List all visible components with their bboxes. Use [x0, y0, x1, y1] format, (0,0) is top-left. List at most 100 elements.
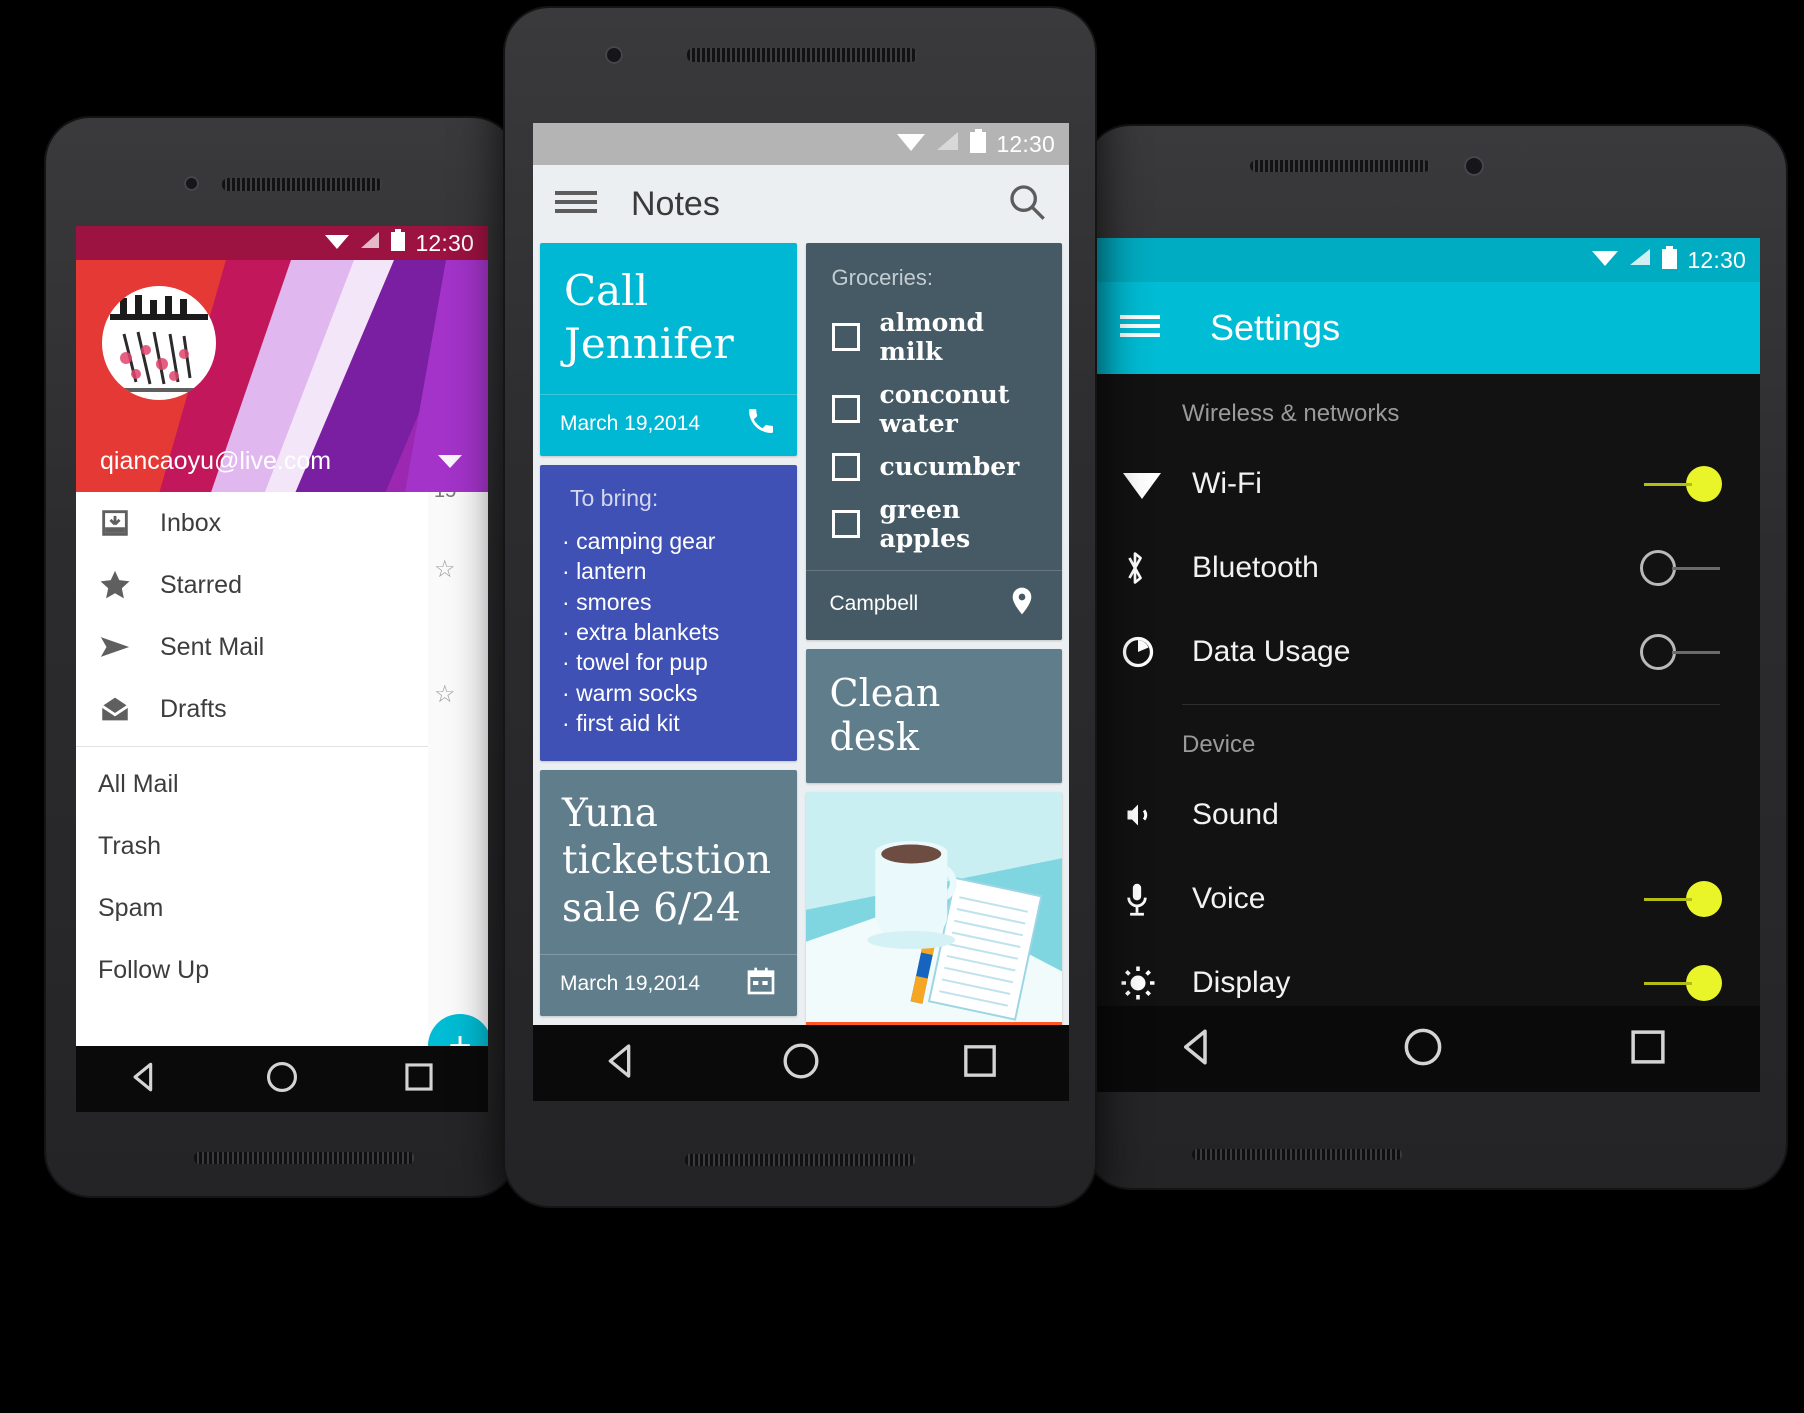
sidebar-item-follow-up[interactable]: Follow Up i: [76, 939, 488, 1001]
note-card-clean-desk[interactable]: Clean desk: [805, 649, 1062, 783]
hamburger-icon[interactable]: [1120, 311, 1160, 346]
settings-row-label: Voice: [1192, 882, 1266, 915]
note-card-yuna[interactable]: Yuna ticketstion sale 6/24 March 19,2014: [540, 769, 797, 1017]
note-card-footer: March 19,2014: [540, 954, 797, 1016]
sidebar-item-sent-mail[interactable]: Sent Mail: [76, 616, 488, 678]
gmail-status-bar: 12:30: [76, 226, 488, 260]
data-usage-toggle[interactable]: [1640, 632, 1722, 672]
calendar-icon[interactable]: [745, 965, 777, 1002]
note-card-footer: Campbell: [805, 570, 1062, 640]
grocery-item[interactable]: conconut water: [806, 373, 1063, 445]
front-camera: [184, 176, 199, 191]
signal-icon: [1628, 247, 1652, 273]
settings-appbar: Settings: [1086, 282, 1760, 374]
account-email: qiancaoyu@live.com: [100, 447, 332, 475]
wifi-icon: [1120, 467, 1192, 501]
grocery-label: conconut water: [879, 380, 1010, 438]
earpiece-speaker: [687, 48, 917, 62]
settings-row-voice[interactable]: Voice: [1086, 857, 1760, 941]
checkbox[interactable]: [831, 323, 860, 351]
bluetooth-icon: [1120, 548, 1192, 588]
note-card-groceries[interactable]: Groceries: almond milk conconut water cu…: [805, 243, 1063, 640]
gmail-drawer-list: Inbox Starred Sent Mail Drafts All Mail …: [76, 492, 488, 1001]
page-title: Notes: [631, 184, 720, 223]
star-outline-icon[interactable]: ☆: [428, 555, 488, 584]
caret-down-icon[interactable]: [438, 455, 462, 468]
settings-row-data-usage[interactable]: Data Usage: [1086, 610, 1760, 694]
earpiece-speaker: [1250, 160, 1430, 172]
sidebar-item-label: Spam: [98, 893, 164, 922]
wifi-icon: [1591, 247, 1619, 273]
sidebar-item-inbox[interactable]: Inbox: [76, 492, 488, 554]
sidebar-item-drafts[interactable]: Drafts: [76, 678, 488, 740]
avatar[interactable]: [102, 286, 216, 400]
grocery-label: almond milk: [879, 308, 984, 366]
settings-screen: 12:30 Settings Wireless & networks Wi-Fi: [1086, 238, 1760, 1092]
home-icon[interactable]: [1402, 1026, 1444, 1073]
gmail-drawer-header: qiancaoyu@live.com: [76, 260, 488, 492]
settings-row-label: Display: [1192, 966, 1291, 999]
note-card-to-bring[interactable]: To bring: · camping gear · lantern · smo…: [540, 465, 797, 761]
settings-row-label: Sound: [1192, 798, 1279, 831]
battery-icon: [390, 229, 406, 257]
android-nav-bar: [76, 1046, 488, 1112]
status-time: 12:30: [415, 229, 474, 256]
home-icon[interactable]: [265, 1060, 299, 1099]
sidebar-item-label: Sent Mail: [160, 632, 265, 661]
sidebar-item-label: Trash: [98, 831, 161, 860]
settings-row-wifi[interactable]: Wi-Fi: [1086, 442, 1760, 526]
grocery-item[interactable]: cucumber: [806, 445, 1063, 488]
search-icon[interactable]: [1007, 182, 1047, 227]
notes-card-grid: Call Jennifer March 19,2014 To bring: · …: [533, 243, 1069, 1101]
display-toggle[interactable]: [1640, 963, 1722, 1003]
recents-icon[interactable]: [1627, 1026, 1669, 1073]
gmail-screen: 15 ☆ ☆ + 12:30: [76, 226, 488, 1112]
data-usage-icon: [1120, 634, 1192, 670]
place-pin-icon[interactable]: [1006, 585, 1038, 622]
status-time: 12:30: [1687, 246, 1746, 273]
voice-toggle[interactable]: [1640, 879, 1722, 919]
bottom-speaker-grill: [1192, 1149, 1402, 1160]
sidebar-item-starred[interactable]: Starred: [76, 554, 488, 616]
phone-icon[interactable]: [745, 405, 777, 442]
note-title: Clean desk: [829, 671, 941, 759]
notes-screen: 12:30 Notes Call Jennifer March 19,2014 …: [533, 123, 1069, 1101]
list-item: · smores: [562, 588, 652, 615]
note-heading: Groceries:: [831, 265, 933, 290]
front-camera: [1464, 156, 1484, 176]
bluetooth-toggle[interactable]: [1640, 548, 1722, 588]
note-card-call[interactable]: Call Jennifer March 19,2014: [540, 243, 797, 456]
grocery-item[interactable]: green apples: [806, 488, 1063, 560]
list-item: · towel for pup: [562, 649, 708, 676]
settings-row-sound[interactable]: Sound: [1086, 773, 1760, 857]
wifi-icon: [324, 230, 350, 256]
grocery-item[interactable]: almond milk: [806, 301, 1063, 373]
sidebar-item-label: Inbox: [160, 508, 222, 537]
back-icon[interactable]: [602, 1041, 642, 1086]
list-item: · first aid kit: [562, 710, 680, 737]
checkbox[interactable]: [831, 452, 860, 481]
sidebar-item-trash[interactable]: Trash i: [76, 815, 488, 877]
earpiece-speaker: [222, 178, 382, 191]
recents-icon[interactable]: [402, 1060, 436, 1099]
note-title: Yuna ticketstion sale 6/24: [562, 790, 772, 931]
sidebar-item-spam[interactable]: Spam i: [76, 877, 488, 939]
settings-row-bluetooth[interactable]: Bluetooth: [1086, 526, 1760, 610]
home-icon[interactable]: [781, 1041, 821, 1086]
wifi-toggle[interactable]: [1640, 464, 1722, 504]
star-outline-icon[interactable]: ☆: [428, 680, 488, 709]
back-icon[interactable]: [128, 1060, 162, 1099]
hamburger-icon[interactable]: [555, 187, 597, 222]
front-camera: [605, 46, 623, 64]
phone-device-settings: 12:30 Settings Wireless & networks Wi-Fi: [1086, 126, 1786, 1188]
note-date: March 19,2014: [560, 411, 701, 435]
back-icon[interactable]: [1177, 1026, 1219, 1073]
checkbox[interactable]: [831, 510, 860, 538]
page-title: Settings: [1210, 307, 1341, 348]
bottom-speaker-grill: [685, 1154, 915, 1166]
sidebar-item-all-mail[interactable]: All Mail i: [76, 753, 488, 815]
checkbox[interactable]: [831, 395, 860, 423]
recents-icon[interactable]: [960, 1041, 1000, 1086]
battery-icon: [969, 129, 987, 159]
notes-status-bar: 12:30: [533, 123, 1069, 165]
